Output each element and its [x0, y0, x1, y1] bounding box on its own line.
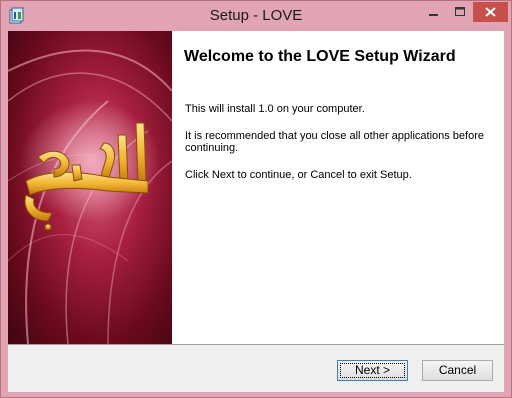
wizard-content-panel: Welcome to the LOVE Setup Wizard This wi… [172, 31, 504, 344]
title-bar[interactable]: Setup - LOVE [1, 1, 511, 31]
wizard-banner-image [8, 31, 172, 344]
minimize-icon [429, 14, 438, 16]
recommendation-text: It is recommended that you close all oth… [185, 130, 484, 154]
maximize-button[interactable] [447, 2, 473, 22]
focus-rectangle [340, 363, 405, 378]
wizard-heading: Welcome to the LOVE Setup Wizard [184, 48, 456, 65]
wizard-client-area: Welcome to the LOVE Setup Wizard This wi… [8, 31, 504, 392]
close-icon [485, 7, 496, 17]
instruction-text: Click Next to continue, or Cancel to exi… [185, 169, 412, 181]
footer-divider [8, 344, 504, 345]
next-button[interactable]: Next > [337, 360, 408, 381]
close-button[interactable] [473, 2, 508, 22]
cancel-button[interactable]: Cancel [422, 360, 493, 381]
install-info-text: This will install 1.0 on your computer. [185, 103, 365, 115]
minimize-button[interactable] [420, 2, 447, 22]
setup-window: Setup - LOVE Welcome to the LOVE Setup W… [0, 0, 512, 398]
maximize-icon [455, 7, 465, 16]
